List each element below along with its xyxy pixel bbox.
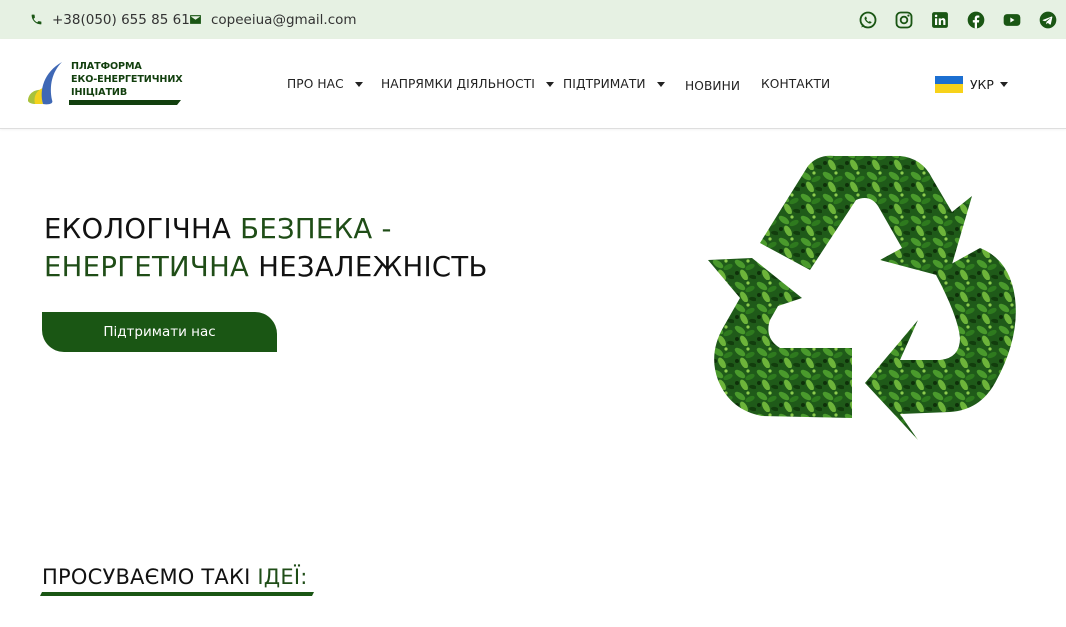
email-contact[interactable]: copeeiua@gmail.com: [189, 0, 357, 39]
nav-item-contacts[interactable]: КОНТАКТИ: [761, 39, 830, 129]
social-links: [842, 0, 1058, 39]
top-bar: +38(050) 655 85 61 copeeiua@gmail.com: [0, 0, 1066, 39]
main-nav: ПРО НАС НАПРЯМКИ ДІЯЛЬНОСТІ ПІДТРИМАТИ Н…: [0, 39, 1066, 129]
youtube-icon[interactable]: [1002, 10, 1022, 30]
caret-down-icon: [999, 81, 1008, 87]
nav-label: ПРО НАС: [287, 77, 344, 91]
caret-down-icon: [354, 81, 363, 87]
nav-item-support[interactable]: ПІДТРИМАТИ: [563, 39, 665, 129]
nav-item-news[interactable]: НОВИНИ: [685, 41, 740, 131]
hero-text-accent: БЕЗПЕКА -: [240, 213, 392, 245]
email-address: copeeiua@gmail.com: [211, 11, 357, 28]
phone-number: +38(050) 655 85 61: [52, 11, 190, 28]
language-label: УКР: [970, 76, 994, 92]
language-selector[interactable]: УКР: [935, 39, 1008, 129]
hero-text: НЕЗАЛЕЖНІСТЬ: [258, 251, 488, 283]
phone-contact[interactable]: +38(050) 655 85 61: [30, 0, 190, 39]
hero-text-accent: ЕНЕРГЕТИЧНА: [44, 251, 250, 283]
linkedin-icon[interactable]: [930, 10, 950, 30]
nav-label: КОНТАКТИ: [761, 77, 831, 91]
recycle-icon: [708, 155, 1016, 440]
ideas-heading-text: ПРОСУВАЄМО ТАКІ: [42, 565, 251, 589]
hero-text: ЕКОЛОГІЧНА: [44, 213, 232, 245]
caret-down-icon: [545, 81, 554, 87]
heading-underline: [40, 592, 314, 596]
whatsapp-icon[interactable]: [858, 10, 878, 30]
nav-label: НОВИНИ: [685, 79, 741, 93]
caret-down-icon: [656, 81, 665, 87]
nav-label: НАПРЯМКИ ДІЯЛЬНОСТІ: [381, 77, 535, 91]
nav-label: ПІДТРИМАТИ: [563, 77, 646, 91]
telegram-icon[interactable]: [1038, 10, 1058, 30]
ideas-heading-accent: ІДЕЇ:: [257, 565, 308, 589]
mail-icon: [190, 15, 201, 24]
phone-icon: [31, 14, 42, 25]
instagram-icon[interactable]: [894, 10, 914, 30]
support-us-button[interactable]: Підтримати нас: [42, 312, 277, 352]
ukraine-flag-icon: [935, 75, 963, 93]
nav-item-activities[interactable]: НАПРЯМКИ ДІЯЛЬНОСТІ: [381, 39, 554, 129]
facebook-icon[interactable]: [966, 10, 986, 30]
hero-title: ЕКОЛОГІЧНА БЕЗПЕКА - ЕНЕРГЕТИЧНА НЕЗАЛЕЖ…: [44, 210, 488, 286]
ideas-heading: ПРОСУВАЄМО ТАКІ ІДЕЇ:: [42, 565, 308, 589]
nav-item-about[interactable]: ПРО НАС: [287, 39, 363, 129]
